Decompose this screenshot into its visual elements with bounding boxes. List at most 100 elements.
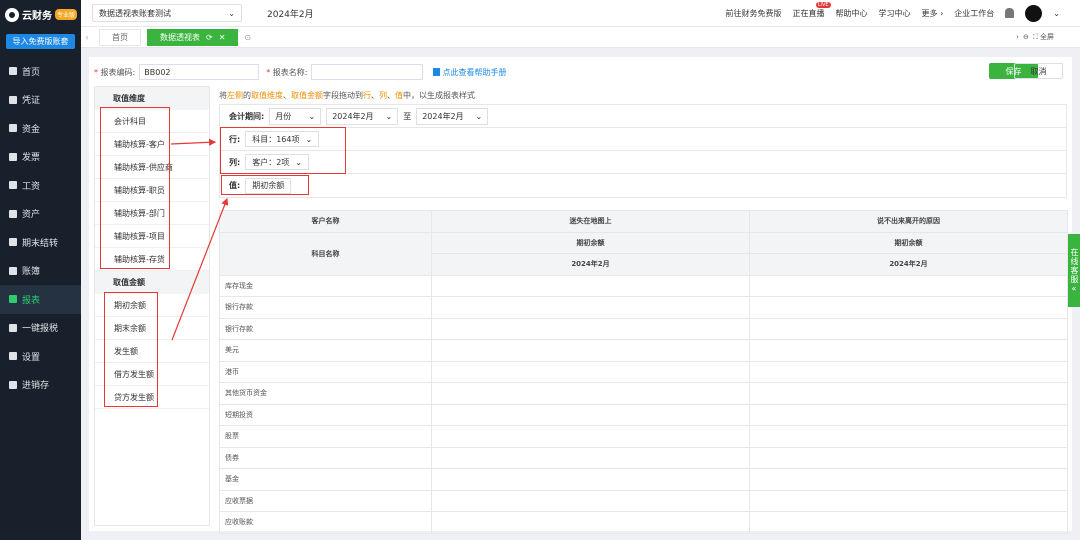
- chevron-down-icon: ⌄: [385, 111, 393, 121]
- sidebar-item-5[interactable]: 资产: [0, 200, 81, 229]
- period-from-value: 2024年2月: [332, 111, 374, 121]
- online-service-button[interactable]: 在线客服 «: [1068, 234, 1080, 307]
- sidebar-item-label: 资金: [22, 124, 41, 135]
- link-more[interactable]: 更多 ›: [922, 8, 944, 19]
- fullscreen-button[interactable]: ⛶ 全屏: [1033, 32, 1054, 42]
- value-cell: [749, 425, 1068, 448]
- report-code-input[interactable]: BB002: [139, 64, 260, 80]
- value-cell: [749, 446, 1068, 469]
- sidebar-item-3[interactable]: 发票: [0, 143, 81, 172]
- hint-p6: 取值金额: [291, 91, 323, 100]
- corner-header-account: 科目名称: [219, 231, 432, 276]
- collapse-icon[interactable]: ⊖: [1023, 33, 1029, 41]
- bell-icon[interactable]: [1005, 8, 1015, 18]
- to-label: 至: [403, 111, 412, 121]
- hint-p3: 的: [243, 91, 251, 100]
- account-name-cell: 银行存款: [219, 317, 432, 340]
- sidebar-item-1[interactable]: 凭证: [0, 86, 81, 115]
- value-cell: [431, 382, 750, 405]
- period-from-select[interactable]: 2024年2月 ⌄: [326, 107, 399, 125]
- link-enterprise-workbench[interactable]: 企业工作台: [954, 8, 994, 19]
- brand-logo[interactable]: 云财务 专业版: [0, 0, 81, 29]
- link-live[interactable]: 正在直播 LIVE: [793, 1, 831, 19]
- table-row: 银行存款: [219, 296, 1068, 319]
- sidebar-item-10[interactable]: 设置: [0, 342, 81, 371]
- sidebar-item-label: 工资: [22, 181, 41, 192]
- tab-home[interactable]: 首页: [99, 28, 141, 46]
- row-dropzone[interactable]: 行: 科目：164项 ⌄: [220, 128, 1066, 151]
- refresh-icon[interactable]: ⟳: [206, 33, 213, 42]
- value-dropzone[interactable]: 值: 期初余额: [220, 174, 1066, 197]
- help-manual-link[interactable]: 点此查看帮助手册: [432, 67, 507, 78]
- column-header-customer-2: 说不出来离开的原因: [749, 210, 1068, 233]
- hint-p2: 左侧: [227, 91, 243, 100]
- period-type-select[interactable]: 月份 ⌄: [269, 107, 322, 125]
- logo-icon: [5, 7, 19, 22]
- link-more-label: 更多: [921, 8, 938, 18]
- value-cell: [749, 403, 1068, 426]
- hint-p8: 行: [363, 91, 371, 100]
- report-code-label: * 报表编码:: [94, 67, 136, 77]
- value-cell: [749, 274, 1068, 297]
- help-manual-label: 点此查看帮助手册: [442, 67, 507, 77]
- tab-menu-icon[interactable]: ⊙: [244, 33, 251, 42]
- table-row: 库存现金: [219, 274, 1068, 297]
- sidebar-item-2[interactable]: 资金: [0, 114, 81, 143]
- table-row: 应收票据: [219, 489, 1068, 512]
- sidebar-item-label: 资产: [22, 210, 41, 221]
- table-row: 美元: [219, 339, 1068, 362]
- link-free-version[interactable]: 前往财务免费版: [726, 8, 782, 19]
- voucher-icon: [9, 95, 17, 104]
- link-learning-center[interactable]: 学习中心: [879, 8, 911, 19]
- ledger-select[interactable]: 数据透视表账套测试 ⌄: [92, 4, 242, 22]
- inventory-icon: [9, 380, 17, 389]
- sidebar-item-0[interactable]: 首页: [0, 57, 81, 86]
- ledger-name: 数据透视表账套测试: [99, 8, 171, 18]
- sidebar-item-label: 凭证: [22, 96, 41, 107]
- sidebar-item-11[interactable]: 进销存: [0, 371, 81, 400]
- account-name-cell: 港币: [219, 360, 432, 383]
- value-cell: [431, 511, 750, 534]
- sidebar-item-8[interactable]: 报表: [0, 285, 81, 314]
- link-help-center[interactable]: 帮助中心: [836, 8, 868, 19]
- period-header-1: 2024年2月: [431, 253, 750, 276]
- close-icon[interactable]: ✕: [219, 33, 226, 42]
- report-name-input[interactable]: [310, 64, 423, 80]
- period-label: 会计期间:: [229, 111, 265, 121]
- hint-p5: 、: [283, 91, 291, 100]
- chevron-down-icon[interactable]: ⌄: [1053, 9, 1060, 18]
- corner-header-customer: 客户名称: [219, 210, 432, 233]
- sidebar: 云财务 专业版 导入免费版账套 首页凭证资金发票工资资产期末结转 账簿 报表 一键报税…: [0, 0, 81, 540]
- account-name-cell: 库存现金: [219, 274, 432, 297]
- period-to-select[interactable]: 2024年2月 ⌄: [416, 107, 489, 125]
- sidebar-item-6[interactable]: 期末结转: [0, 228, 81, 257]
- value-cell: [431, 339, 750, 362]
- value-cell: [749, 382, 1068, 405]
- avatar[interactable]: [1025, 4, 1043, 22]
- value-cell: [749, 339, 1068, 362]
- tab-bar: ‹ 首页 数据透视表 ⟳ ✕ ⊙ › ⊖ ⛶ 全屏: [81, 27, 1080, 48]
- live-badge: LIVE: [815, 1, 831, 8]
- tab-scroll-right-icon[interactable]: ›: [1016, 33, 1019, 41]
- measure-header-1: 期初余额: [431, 231, 750, 254]
- report-name-label: * 报表名称:: [266, 67, 308, 77]
- account-name-cell: 基金: [219, 468, 432, 491]
- tab-scroll-left-icon[interactable]: ‹: [81, 33, 93, 42]
- value-cell: [749, 360, 1068, 383]
- sidebar-item-label: 首页: [22, 67, 41, 78]
- report-icon: [9, 295, 17, 304]
- column-dropzone[interactable]: 列: 客户：2项 ⌄: [220, 151, 1066, 174]
- hint-p4: 取值维度: [251, 91, 283, 100]
- value-cell: [431, 446, 750, 469]
- fund-icon: [9, 124, 17, 133]
- import-free-ledger-button[interactable]: 导入免费版账套: [6, 34, 75, 49]
- account-name-cell: 银行存款: [219, 296, 432, 319]
- annotation-box-row-col: [220, 127, 346, 174]
- sidebar-item-7[interactable]: 账簿: [0, 257, 81, 286]
- sidebar-item-4[interactable]: 工资: [0, 171, 81, 200]
- value-cell: [749, 468, 1068, 491]
- pivot-table: 客户名称 迷失在地图上 说不出来离开的原因 科目名称 期初余额 期初余额 202…: [219, 210, 1068, 534]
- cancel-button[interactable]: 取消: [1014, 63, 1063, 79]
- tab-pivot-table[interactable]: 数据透视表 ⟳ ✕: [147, 28, 239, 46]
- sidebar-item-9[interactable]: 一键报税: [0, 314, 81, 343]
